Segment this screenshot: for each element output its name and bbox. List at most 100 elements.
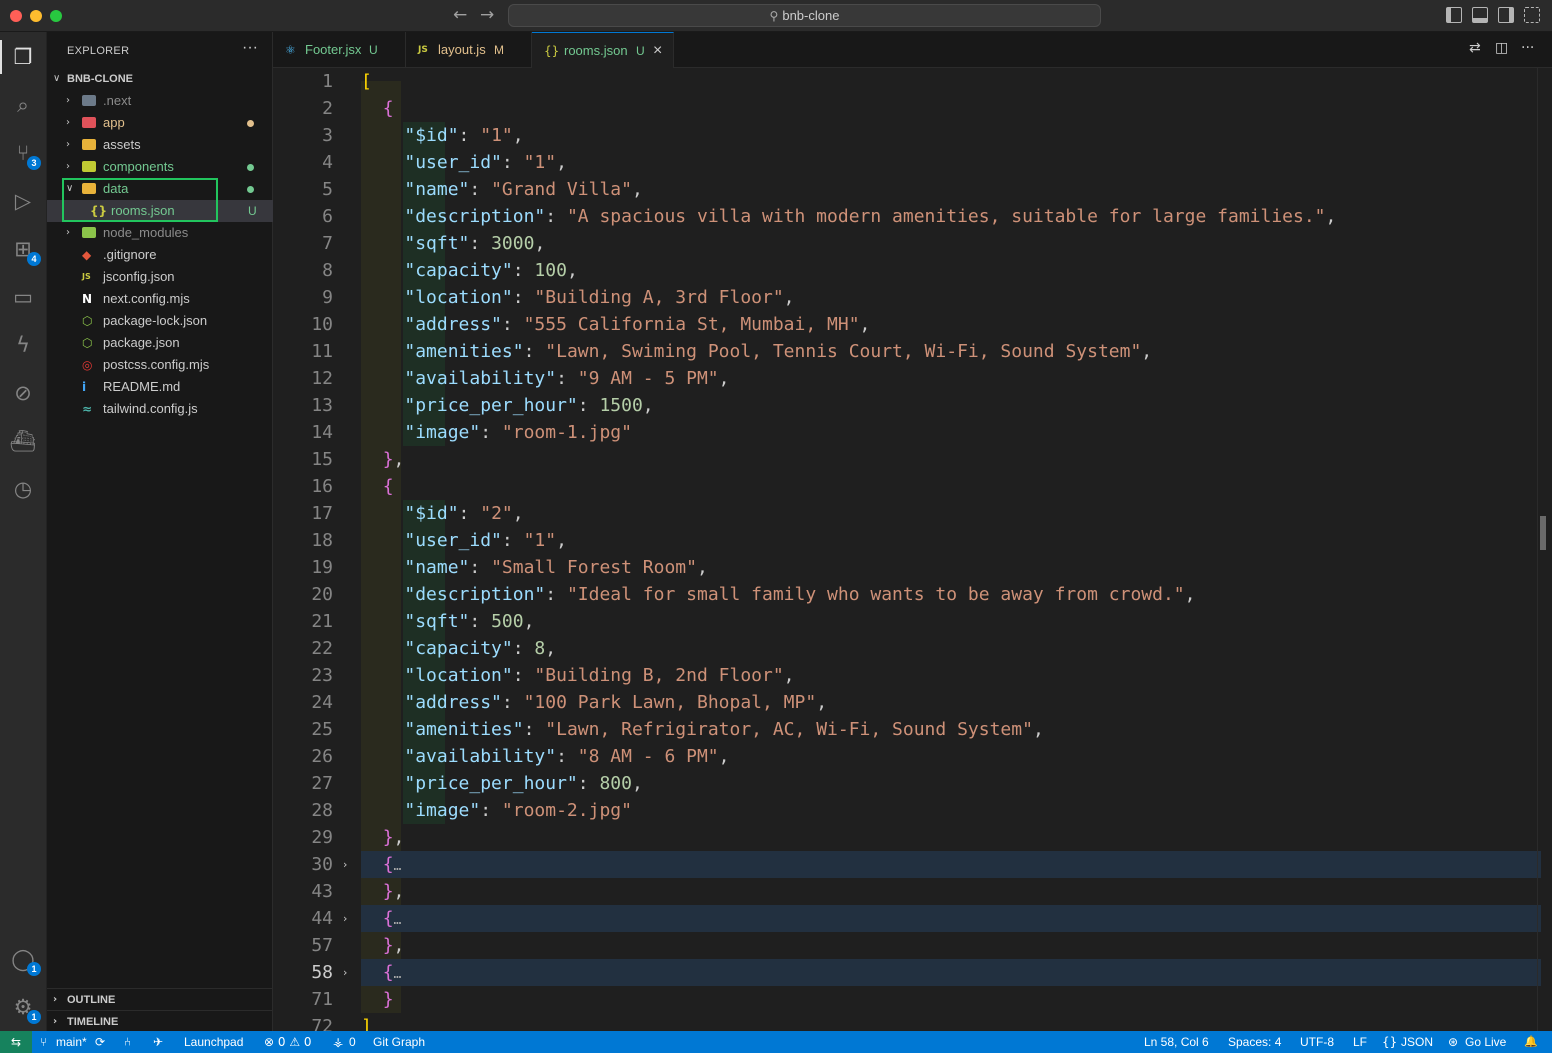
tree-item-gitignore[interactable]: ◆ .gitignore — [47, 244, 273, 266]
code-line[interactable]: "price_per_hour": 1500, — [361, 392, 653, 419]
tree-item-postcss-config-mjs[interactable]: ◎ postcss.config.mjs — [47, 354, 273, 376]
line-endings[interactable]: LF — [1353, 1031, 1367, 1053]
code-line[interactable]: "description": "Ideal for small family w… — [361, 581, 1195, 608]
forward-arrow-icon[interactable]: → — [480, 5, 494, 25]
code-line[interactable]: {… — [361, 959, 402, 988]
more-actions-icon[interactable]: ··· — [1521, 40, 1534, 56]
code-line[interactable]: }, — [361, 878, 405, 905]
code-line[interactable]: "sqft": 500, — [361, 608, 534, 635]
code-line[interactable]: "address": "555 California St, Mumbai, M… — [361, 311, 870, 338]
language-mode[interactable]: JSON — [1401, 1031, 1433, 1053]
code-line[interactable]: "address": "100 Park Lawn, Bhopal, MP", — [361, 689, 827, 716]
code-line[interactable]: } — [361, 986, 394, 1013]
git-graph-icon[interactable]: ⊘ — [8, 378, 38, 408]
code-line[interactable]: "capacity": 8, — [361, 635, 556, 662]
problems-indicator[interactable]: ⊗ 0 ⚠ 0 — [264, 1031, 312, 1053]
code-line[interactable]: "location": "Building B, 2nd Floor", — [361, 662, 794, 689]
code-line[interactable]: [ — [361, 68, 372, 95]
tab-rooms-json[interactable]: {} rooms.json U × — [532, 32, 674, 68]
code-line[interactable]: "name": "Small Forest Room", — [361, 554, 707, 581]
tree-item-next[interactable]: › .next — [47, 90, 273, 112]
code-line[interactable]: }, — [361, 824, 405, 851]
code-line[interactable]: "name": "Grand Villa", — [361, 176, 642, 203]
timeline-history-icon[interactable]: ◷ — [8, 474, 38, 504]
code-line[interactable]: "sqft": 3000, — [361, 230, 545, 257]
fold-chevron-icon[interactable]: › — [343, 851, 347, 878]
code-line[interactable]: "availability": "9 AM - 5 PM", — [361, 365, 729, 392]
timeline-section[interactable]: › TIMELINE — [47, 1010, 273, 1032]
notifications-bell-icon[interactable]: 🔔 — [1524, 1031, 1538, 1053]
code-line[interactable]: "$id": "2", — [361, 500, 523, 527]
tab-layout-js[interactable]: JS layout.js M — [406, 32, 532, 68]
code-line[interactable]: "amenities": "Lawn, Swiming Pool, Tennis… — [361, 338, 1152, 365]
tree-item-node-modules[interactable]: › node_modules — [47, 222, 273, 244]
code-line[interactable]: "$id": "1", — [361, 122, 523, 149]
split-editor-icon[interactable]: ◫ — [1495, 40, 1508, 56]
code-line[interactable]: "description": "A spacious villa with mo… — [361, 203, 1336, 230]
encoding[interactable]: UTF-8 — [1300, 1031, 1334, 1053]
branch-name[interactable]: main* — [56, 1031, 87, 1053]
docker-icon[interactable]: ⛴ — [8, 426, 38, 456]
explorer-icon[interactable]: ❐ — [8, 42, 38, 72]
git-graph-button[interactable]: Git Graph — [373, 1031, 425, 1053]
back-arrow-icon[interactable]: ← — [453, 5, 467, 25]
fold-chevron-icon[interactable]: › — [343, 959, 347, 986]
code-line[interactable]: "user_id": "1", — [361, 527, 567, 554]
tree-item-package-lock-json[interactable]: ⬡ package-lock.json — [47, 310, 273, 332]
code-line[interactable]: "user_id": "1", — [361, 149, 567, 176]
workspace-root[interactable]: ∨ BNB-CLONE — [47, 68, 273, 90]
code-line[interactable]: {… — [361, 905, 402, 934]
code-line[interactable]: }, — [361, 932, 405, 959]
code-line[interactable]: "location": "Building A, 3rd Floor", — [361, 284, 794, 311]
fold-chevron-icon[interactable]: › — [343, 905, 347, 932]
settings-gear-icon[interactable]: ⚙ 1 — [8, 992, 41, 1024]
customize-layout-icon[interactable] — [1524, 7, 1540, 23]
zoom-window-button[interactable] — [50, 10, 62, 22]
code-line[interactable]: { — [361, 473, 394, 500]
code-line[interactable]: { — [361, 95, 394, 122]
code-editor[interactable]: 1 [2 {3 "$id": "1", 4 "user_id": "1", 5 "na… — [273, 68, 1552, 1031]
close-tab-icon[interactable]: × — [653, 33, 662, 69]
scrollbar-thumb[interactable] — [1540, 516, 1546, 550]
close-window-button[interactable] — [10, 10, 22, 22]
code-line[interactable]: }, — [361, 446, 405, 473]
source-control-icon[interactable]: ⑂ 3 — [8, 138, 41, 170]
tree-item-next-config-mjs[interactable]: Nnext.config.mjs — [47, 288, 273, 310]
more-actions-icon[interactable]: ··· — [242, 39, 258, 57]
minimize-window-button[interactable] — [30, 10, 42, 22]
indentation[interactable]: Spaces: 4 — [1228, 1031, 1281, 1053]
tree-item-app[interactable]: › app — [47, 112, 273, 134]
toggle-secondary-sidebar-icon[interactable] — [1498, 7, 1514, 23]
code-line[interactable]: "capacity": 100, — [361, 257, 577, 284]
remote-indicator[interactable]: ⇆ — [0, 1031, 32, 1053]
code-line[interactable]: {… — [361, 851, 402, 880]
code-line[interactable]: "availability": "8 AM - 6 PM", — [361, 743, 729, 770]
toggle-primary-sidebar-icon[interactable] — [1446, 7, 1462, 23]
code-line[interactable]: "price_per_hour": 800, — [361, 770, 642, 797]
tree-item-components[interactable]: › components — [47, 156, 273, 178]
remote-explorer-icon[interactable]: ▭ — [8, 282, 38, 312]
sync-icon[interactable]: ⟳ — [95, 1031, 105, 1053]
ports-count[interactable]: 0 — [349, 1031, 356, 1053]
compare-changes-icon[interactable]: ⇄ — [1469, 40, 1481, 56]
code-line[interactable]: "amenities": "Lawn, Refrigirator, AC, Wi… — [361, 716, 1043, 743]
tree-item-package-json[interactable]: ⬡ package.json — [47, 332, 273, 354]
run-debug-icon[interactable]: ▷ — [8, 186, 38, 216]
outline-section[interactable]: › OUTLINE — [47, 988, 273, 1010]
publish-icon[interactable]: ⑃ — [124, 1031, 131, 1053]
tree-item-readme-md[interactable]: i README.md — [47, 376, 273, 398]
tree-item-jsconfig-json[interactable]: JS jsconfig.json — [47, 266, 273, 288]
tab-footer-jsx[interactable]: ⚛ Footer.jsx U — [273, 32, 406, 68]
extensions-icon[interactable]: ⊞ 4 — [8, 234, 41, 266]
lightning-icon[interactable]: ϟ — [8, 330, 38, 360]
accounts-icon[interactable]: ◯ 1 — [8, 944, 41, 976]
go-live-button[interactable]: Go Live — [1465, 1031, 1506, 1053]
cursor-position[interactable]: Ln 58, Col 6 — [1144, 1031, 1209, 1053]
search-icon[interactable]: ⌕ — [8, 90, 38, 120]
toggle-panel-icon[interactable] — [1472, 7, 1488, 23]
code-line[interactable]: "image": "room-1.jpg" — [361, 419, 632, 446]
launchpad-label[interactable]: Launchpad — [184, 1031, 243, 1053]
code-line[interactable]: "image": "room-2.jpg" — [361, 797, 632, 824]
tree-item-assets[interactable]: › assets — [47, 134, 273, 156]
code-line[interactable]: ] — [361, 1013, 372, 1031]
